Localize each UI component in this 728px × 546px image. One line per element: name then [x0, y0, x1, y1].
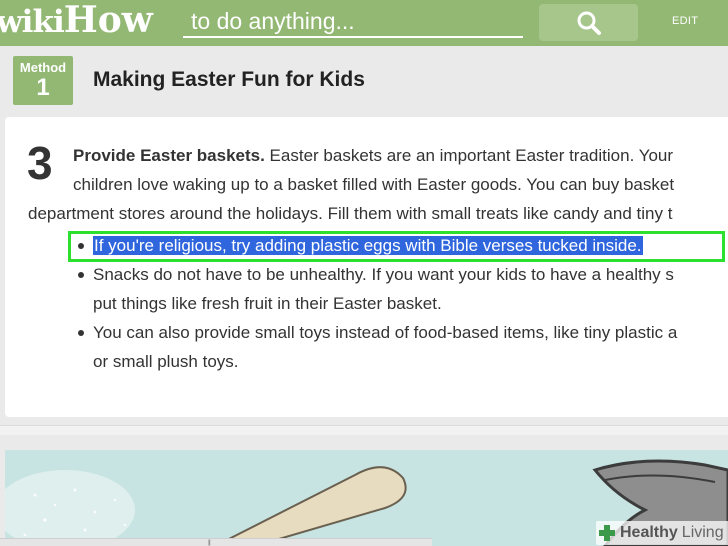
- logo-how: How: [63, 0, 153, 41]
- step-line-3: department stores around the holidays. F…: [28, 204, 673, 223]
- step-line-1-rest: Easter baskets are an important Easter t…: [264, 146, 674, 165]
- scrollbar-grip-icon[interactable]: |||: [208, 540, 211, 546]
- bullet-dot: [78, 272, 84, 278]
- search-button[interactable]: [539, 4, 638, 41]
- method-title: Making Easter Fun for Kids: [93, 68, 365, 91]
- method-label: Method: [19, 60, 67, 75]
- step-number: 3: [27, 137, 53, 189]
- section-divider: [0, 425, 728, 435]
- list-item: Snacks do not have to be unhealthy. If y…: [93, 265, 674, 284]
- list-item[interactable]: If you're religious, try adding plastic …: [93, 231, 643, 260]
- wikihow-logo[interactable]: wiki How: [0, 0, 153, 45]
- edit-link[interactable]: EDIT: [672, 15, 698, 27]
- horizontal-scrollbar[interactable]: |||: [0, 538, 432, 546]
- bullet-dot: [78, 243, 84, 249]
- step-heading: Provide Easter baskets.: [73, 146, 265, 165]
- list-item-continued: or small plush toys.: [93, 352, 239, 371]
- site-header: wikiHow EDIT: [0, 0, 728, 46]
- method-number: 1: [36, 74, 50, 101]
- healthy-living-watermark: Healthy Living: [596, 521, 728, 545]
- step-card: 3 Provide Easter baskets. Easter baskets…: [5, 117, 728, 417]
- logo-wiki: wiki: [0, 4, 65, 40]
- health-cross-icon: [599, 525, 615, 541]
- step-line-1: Provide Easter baskets. Easter baskets a…: [73, 141, 673, 170]
- search-input[interactable]: [183, 6, 523, 38]
- method-badge: Method 1: [13, 56, 73, 105]
- watermark-healthy: Healthy: [620, 524, 678, 541]
- watermark-living: Living: [681, 524, 724, 541]
- search-icon: [577, 11, 601, 35]
- list-item: You can also provide small toys instead …: [93, 323, 678, 342]
- step-line-2: children love waking up to a basket fill…: [73, 175, 675, 194]
- list-item-continued: put things like fresh fruit in their Eas…: [93, 294, 442, 313]
- highlighted-text[interactable]: If you're religious, try adding plastic …: [93, 236, 643, 255]
- bullet-dot: [78, 330, 84, 336]
